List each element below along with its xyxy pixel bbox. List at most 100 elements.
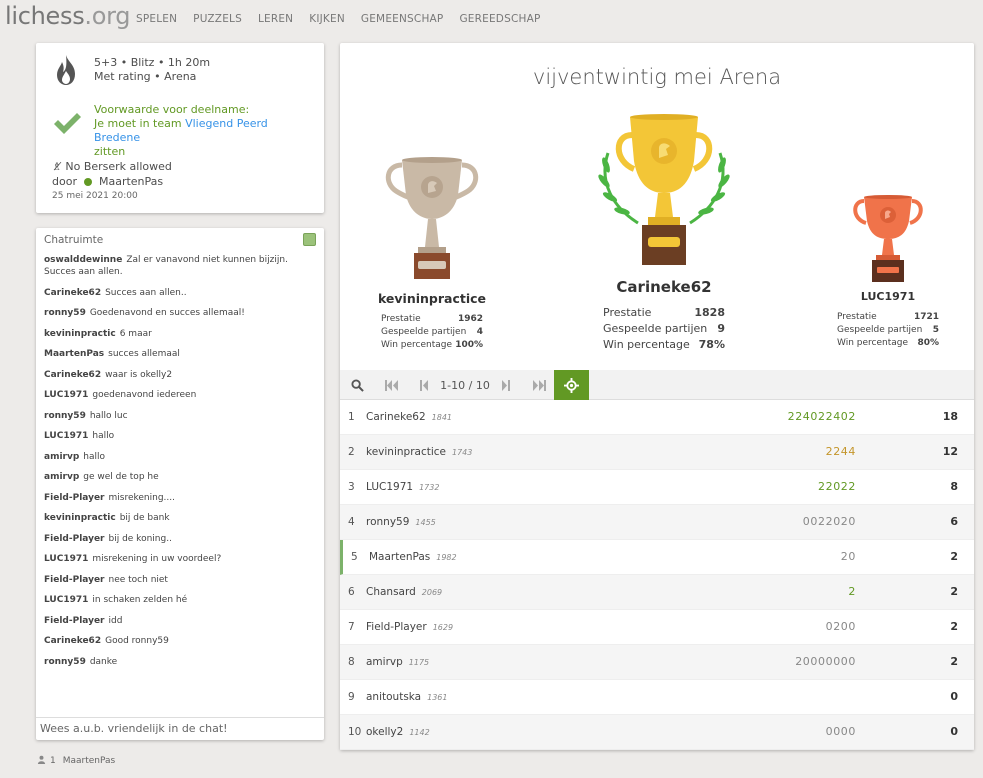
standings-row[interactable]: 9 anitoutska 1361 0 (340, 680, 974, 715)
player-name[interactable]: Chansard 2069 (366, 586, 442, 598)
top-bar: lichess.org SPELEN PUZZELS LEREN KIJKEN … (0, 0, 983, 40)
chat-username[interactable]: oswalddewinne (44, 255, 122, 265)
score-sheet: 20 (840, 550, 856, 563)
tournament-main: vijventwintig mei Arena kevininpractice … (340, 43, 974, 750)
player-name[interactable]: kevininpractice 1743 (366, 446, 472, 458)
nav-tools[interactable]: GEREEDSCHAP (459, 13, 540, 25)
standings-row[interactable]: 5 MaartenPas 1982 20 2 (340, 540, 974, 575)
player-name[interactable]: MaartenPas 1982 (369, 551, 457, 563)
tournament-type: Met rating • Arena (94, 70, 197, 83)
chat-message: ronny59 Goedenavond en succes allemaal! (44, 307, 320, 319)
score-sheet: 20000000 (795, 655, 856, 668)
player-rating: 1455 (415, 518, 436, 527)
rank: 1 (348, 411, 355, 423)
chat-username[interactable]: ronny59 (44, 308, 86, 318)
chat-message: Carineke62 Good ronny59 (44, 635, 320, 647)
player-rating: 1841 (431, 413, 453, 422)
chat-username[interactable]: MaartenPas (44, 349, 104, 359)
score-sheet: 2244 (825, 445, 856, 458)
total-score: 2 (950, 620, 958, 633)
chat-username[interactable]: LUC1971 (44, 431, 88, 441)
berserk-icon: ♗̸ (52, 160, 66, 173)
chat-panel: Chatruimte oswalddewinne Zal er vanavond … (36, 228, 324, 740)
player-name[interactable]: ronny59 1455 (366, 516, 436, 528)
standings-row[interactable]: 3 LUC1971 1732 22022 8 (340, 470, 974, 505)
player-name[interactable]: amirvp 1175 (366, 656, 429, 668)
nav-puzzles[interactable]: PUZZELS (193, 13, 242, 25)
player-name[interactable]: Carineke62 1841 (366, 411, 452, 423)
chat-username[interactable]: LUC1971 (44, 554, 88, 564)
start-date: 25 mei 2021 20:00 (52, 191, 138, 201)
chat-messages: oswalddewinne Zal er vanavond niet kunnen… (44, 254, 320, 676)
rank: 8 (348, 656, 355, 668)
chat-username[interactable]: ronny59 (44, 657, 86, 667)
chat-username[interactable]: Field-Player (44, 616, 105, 626)
rank: 3 (348, 481, 355, 493)
player-name[interactable]: LUC1971 1732 (366, 481, 439, 493)
chat-username[interactable]: Field-Player (44, 534, 105, 544)
chat-text: waar is okelly2 (105, 369, 173, 380)
nav-learn[interactable]: LEREN (258, 13, 293, 25)
chat-text: ge wel de top he (83, 472, 159, 482)
chat-username[interactable]: LUC1971 (44, 595, 88, 605)
chat-username[interactable]: Carineke62 (44, 288, 101, 298)
total-score: 2 (950, 655, 958, 668)
chat-username[interactable]: Carineke62 (44, 370, 101, 380)
nav-watch[interactable]: KIJKEN (309, 13, 345, 25)
prev-page-icon[interactable] (414, 370, 434, 400)
chat-username[interactable]: Field-Player (44, 493, 105, 503)
rank: 2 (348, 446, 355, 458)
nav-play[interactable]: SPELEN (136, 13, 177, 25)
nav-community[interactable]: GEMEENSCHAP (361, 13, 444, 25)
organizer-link[interactable]: MaartenPas (99, 175, 163, 188)
chat-text: idd (108, 615, 123, 626)
chat-username[interactable]: amirvp (44, 452, 79, 462)
player-rating: 1743 (451, 448, 473, 457)
first-page-icon[interactable] (380, 370, 402, 400)
player-rating: 1142 (409, 728, 430, 737)
player-name[interactable]: Field-Player 1629 (366, 621, 453, 633)
standings-row[interactable]: 8 amirvp 1175 20000000 2 (340, 645, 974, 680)
score-sheet: 2 (848, 585, 856, 598)
standings-row[interactable]: 10 okelly2 1142 0000 0 (340, 715, 974, 750)
player-rating: 1361 (427, 693, 448, 702)
chat-toggle[interactable] (303, 233, 316, 246)
chat-input[interactable]: Wees a.u.b. vriendelijk in de chat! (36, 717, 324, 740)
next-page-icon[interactable] (496, 370, 516, 400)
standings-row[interactable]: 7 Field-Player 1629 0200 2 (340, 610, 974, 645)
chat-username[interactable]: Field-Player (44, 575, 105, 585)
chat-username[interactable]: LUC1971 (44, 390, 88, 400)
chat-username[interactable]: kevininpractic (44, 513, 116, 523)
chat-username[interactable]: amirvp (44, 472, 79, 482)
site-logo[interactable]: lichess.org (5, 2, 131, 30)
last-page-icon[interactable] (528, 370, 550, 400)
second-place-name[interactable]: kevininpractice (350, 291, 514, 306)
chat-text: misrekening in uw voordeel? (92, 554, 222, 564)
chat-username[interactable]: Carineke62 (44, 636, 101, 646)
search-icon[interactable] (346, 370, 368, 400)
chat-username[interactable]: ronny59 (44, 411, 86, 421)
page-indicator: 1-10 / 10 (440, 378, 490, 392)
rank: 5 (351, 551, 358, 563)
chat-message: kevininpractic bij de bank (44, 512, 320, 524)
score-sheet: 0022020 (802, 515, 856, 528)
standings-row[interactable]: 2 kevininpractice 1743 2244 12 (340, 435, 974, 470)
third-place-name[interactable]: LUC1971 (828, 290, 948, 303)
standings-row[interactable]: 4 ronny59 1455 0022020 6 (340, 505, 974, 540)
standings-row[interactable]: 1 Carineke62 1841 224022402 18 (340, 400, 974, 435)
chat-message: ronny59 danke (44, 656, 320, 668)
chat-username[interactable]: kevininpractic (44, 329, 116, 339)
player-name[interactable]: anitoutska 1361 (366, 691, 447, 703)
chat-text: succes allemaal (108, 349, 180, 359)
chat-text: hallo luc (89, 410, 128, 421)
player-name[interactable]: okelly2 1142 (366, 726, 430, 738)
chat-message: Field-Player bij de koning.. (44, 533, 320, 545)
gold-trophy-icon (594, 113, 734, 274)
total-score: 12 (942, 445, 958, 458)
total-score: 2 (950, 550, 958, 563)
second-place-stats: Prestatie 1962 Gespeelde partijen 4 Win pe… (381, 314, 483, 350)
first-place-name[interactable]: Carineke62 (570, 278, 758, 296)
total-score: 6 (950, 515, 958, 528)
focus-me-button[interactable] (554, 370, 589, 400)
standings-row[interactable]: 6 Chansard 2069 2 2 (340, 575, 974, 610)
